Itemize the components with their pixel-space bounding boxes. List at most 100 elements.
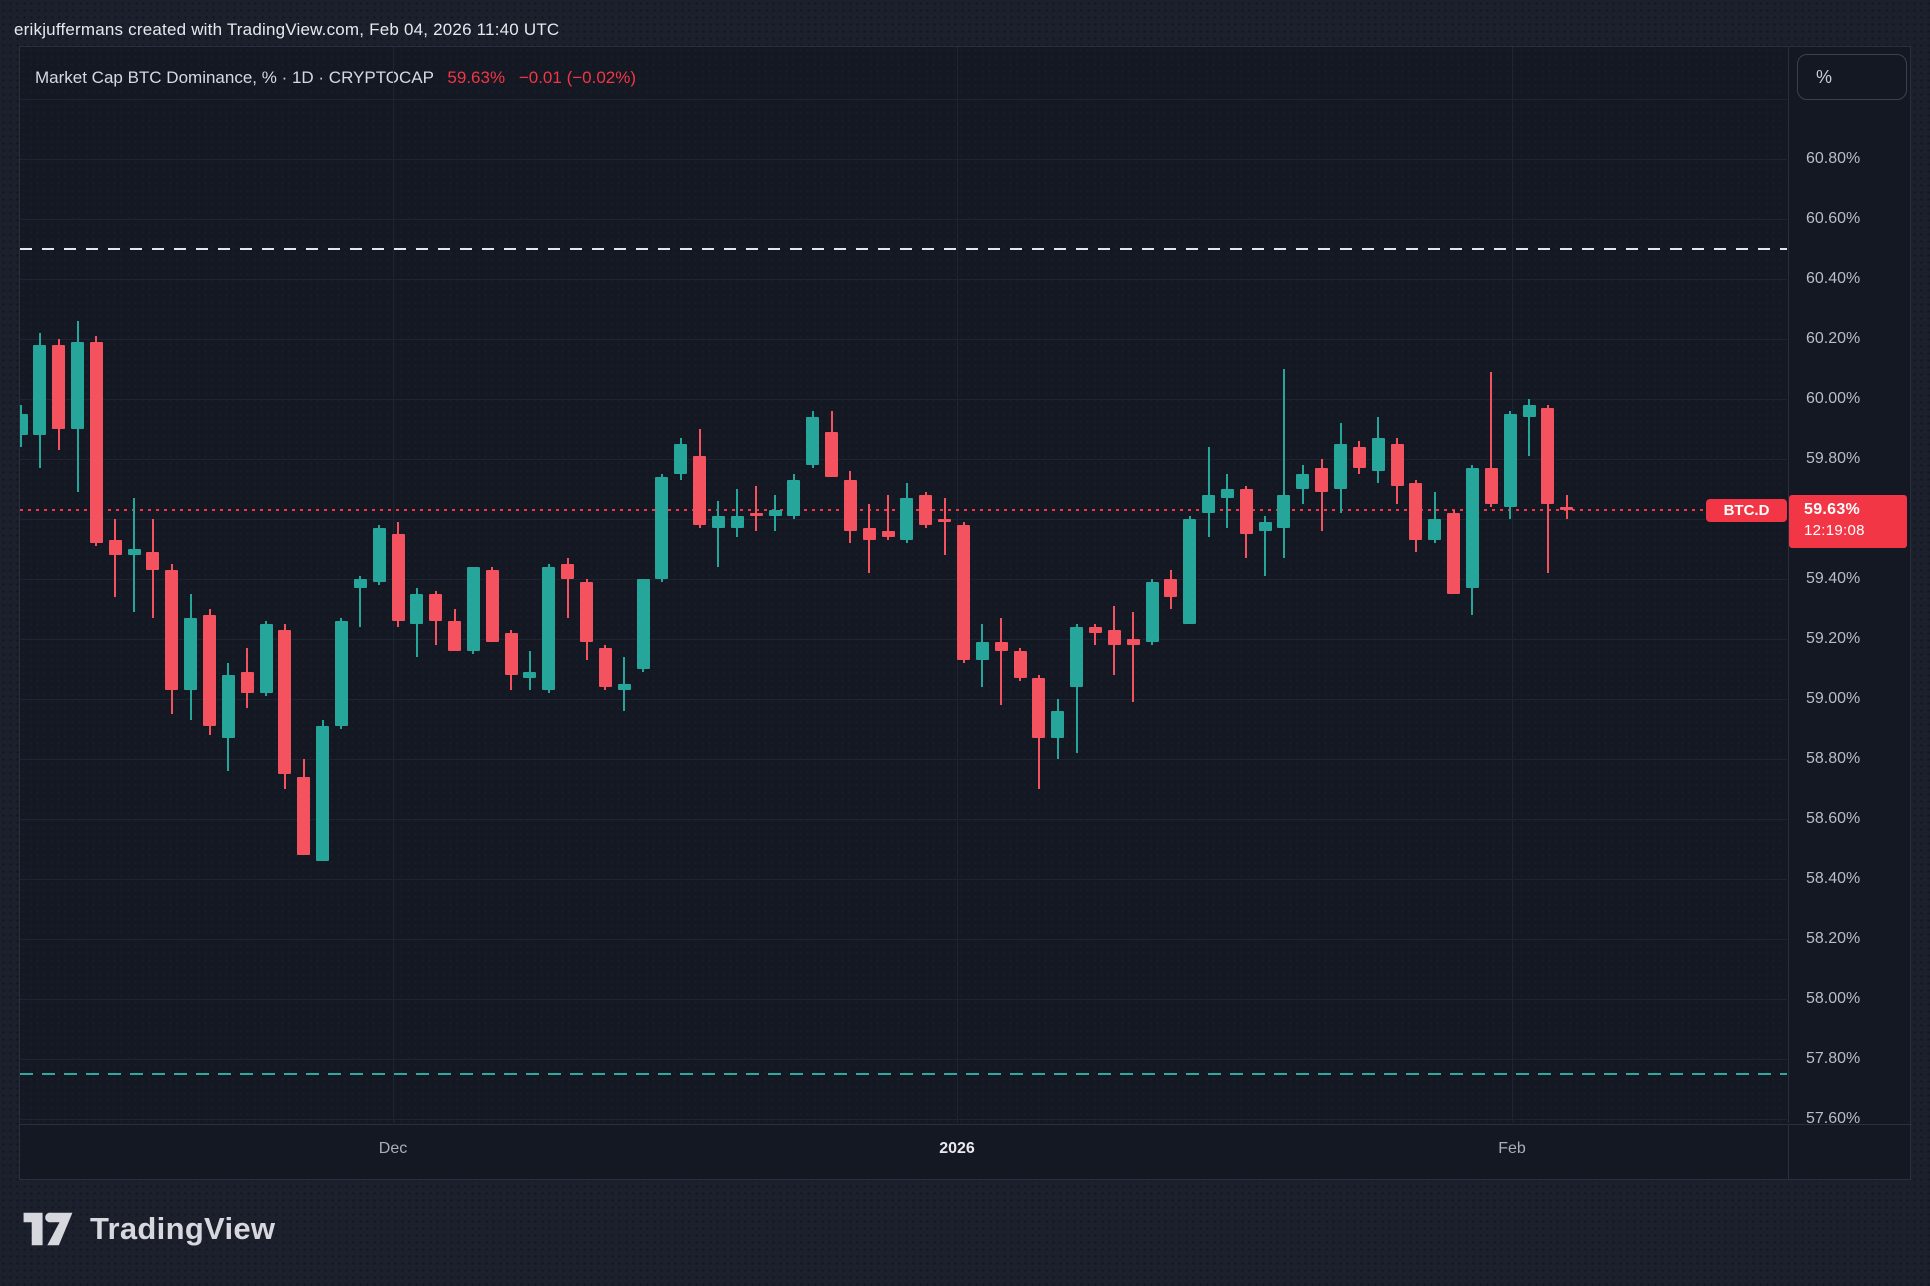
candle-body xyxy=(52,345,65,429)
candle-body xyxy=(599,648,612,687)
price-gridline xyxy=(20,1059,1787,1060)
candle-body xyxy=(957,525,970,660)
candle-body xyxy=(1070,627,1083,687)
candle-body xyxy=(580,582,593,642)
time-axis-label: Dec xyxy=(379,1140,407,1158)
legend-last-price: 59.63% xyxy=(447,68,505,87)
candle-body xyxy=(712,516,725,528)
last-price-axis-label: 59.63% 12:19:08 xyxy=(1789,495,1907,548)
time-axis-label: 2026 xyxy=(939,1140,975,1158)
footer-brand[interactable]: TradingView xyxy=(22,1210,275,1248)
candle-body xyxy=(392,534,405,621)
candle-body xyxy=(1089,627,1102,633)
candle-body xyxy=(146,552,159,570)
bar-countdown: 12:19:08 xyxy=(1804,522,1907,539)
candle-body xyxy=(1014,651,1027,678)
candle-body xyxy=(938,519,951,522)
candle-body xyxy=(1391,444,1404,486)
candle-body xyxy=(976,642,989,660)
candle-body xyxy=(241,672,254,693)
candle-body xyxy=(373,528,386,582)
symbol-title[interactable]: Market Cap BTC Dominance, % · 1D · CRYPT… xyxy=(35,68,434,87)
candle-body xyxy=(165,570,178,690)
time-axis-label: Feb xyxy=(1498,1140,1526,1158)
price-axis[interactable]: % 60.80%60.60%60.40%60.20%60.00%59.80%59… xyxy=(1788,47,1912,1123)
tradingview-snapshot: { "top_bar": { "attribution": "erikjuffe… xyxy=(0,0,1930,1286)
candle-body xyxy=(1240,489,1253,534)
price-axis-label: 59.40% xyxy=(1806,569,1860,589)
candle-wick xyxy=(1000,618,1002,705)
candle-body xyxy=(1334,444,1347,489)
candle-body xyxy=(863,528,876,540)
candle-body xyxy=(1296,474,1309,489)
candle-body xyxy=(354,579,367,588)
price-gridline xyxy=(20,99,1787,100)
candle-body xyxy=(618,684,631,690)
candle-body xyxy=(1051,711,1064,738)
candle-body xyxy=(674,444,687,474)
candle-body xyxy=(410,594,423,624)
candle-body xyxy=(1409,483,1422,540)
candle-body xyxy=(90,342,103,543)
price-gridline xyxy=(20,579,1787,580)
price-axis-label: 59.20% xyxy=(1806,629,1860,649)
price-gridline xyxy=(20,819,1787,820)
legend-change: −0.01 (−0.02%) xyxy=(519,68,636,87)
chart-frame: Market Cap BTC Dominance, % · 1D · CRYPT… xyxy=(19,46,1911,1180)
price-gridline xyxy=(20,939,1787,940)
candle-wick xyxy=(944,498,946,555)
attribution-text: erikjuffermans created with TradingView.… xyxy=(14,20,559,40)
price-axis-label: 59.80% xyxy=(1806,449,1860,469)
price-gridline xyxy=(20,879,1787,880)
candle-body xyxy=(1523,405,1536,417)
lower-dashed-level xyxy=(20,1073,1787,1075)
tradingview-brand-text: TradingView xyxy=(90,1211,275,1247)
candle-body xyxy=(1466,468,1479,588)
candle-body xyxy=(561,564,574,579)
price-gridline xyxy=(20,159,1787,160)
price-axis-label: 59.00% xyxy=(1806,689,1860,709)
candle-wick xyxy=(1132,612,1134,702)
price-axis-label: 60.80% xyxy=(1806,149,1860,169)
candle-body xyxy=(33,345,46,435)
chart-plot-area[interactable]: Market Cap BTC Dominance, % · 1D · CRYPT… xyxy=(20,47,1787,1123)
symbol-legend[interactable]: Market Cap BTC Dominance, % · 1D · CRYPT… xyxy=(35,68,636,88)
candle-body xyxy=(486,570,499,642)
price-gridline xyxy=(20,999,1787,1000)
time-axis[interactable]: Dec 2026 Feb xyxy=(20,1124,1912,1180)
candle-body xyxy=(1164,579,1177,597)
candle-wick xyxy=(755,486,757,531)
candle-body xyxy=(900,498,913,540)
candle-body xyxy=(882,531,895,537)
price-axis-label: 60.00% xyxy=(1806,389,1860,409)
candle-body xyxy=(787,480,800,516)
candle-body xyxy=(278,630,291,774)
price-gridline xyxy=(20,459,1787,460)
candle-body xyxy=(1032,678,1045,738)
candle-body xyxy=(1353,447,1366,468)
candle-body xyxy=(1259,522,1272,531)
candle-body xyxy=(1277,495,1290,528)
candle-body xyxy=(1108,630,1121,645)
candle-body xyxy=(316,726,329,861)
price-gridline xyxy=(20,339,1787,340)
candle-body xyxy=(769,510,782,516)
price-axis-label: 60.20% xyxy=(1806,329,1860,349)
candle-body xyxy=(1146,582,1159,642)
upper-dashed-level xyxy=(20,248,1787,250)
tradingview-logo-icon xyxy=(22,1210,74,1248)
candle-body xyxy=(203,615,216,726)
price-gridline xyxy=(20,1119,1787,1120)
candle-body xyxy=(731,516,744,528)
price-axis-label: 58.00% xyxy=(1806,989,1860,1009)
candle-body xyxy=(1560,507,1573,510)
candle-wick xyxy=(1283,369,1285,558)
candle-body xyxy=(1447,513,1460,594)
time-gridline xyxy=(1512,47,1513,1123)
candle-body xyxy=(222,675,235,738)
price-gridline xyxy=(20,279,1787,280)
candle-body xyxy=(1372,438,1385,471)
price-scale-unit-button[interactable]: % xyxy=(1797,54,1907,100)
candle-body xyxy=(505,633,518,675)
price-axis-label: 58.40% xyxy=(1806,869,1860,889)
